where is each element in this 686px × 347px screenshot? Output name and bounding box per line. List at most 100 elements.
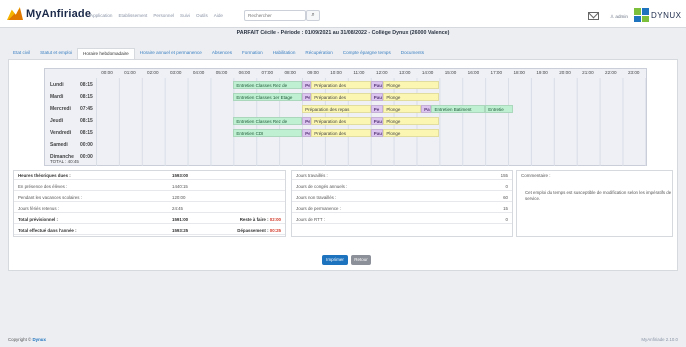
days-row: Jours non travaillés : 60 xyxy=(292,193,512,202)
summary-label: Heures théoriques dues : xyxy=(18,173,71,178)
tab-formation[interactable]: Formation xyxy=(237,48,268,59)
menu-aide[interactable]: Aide xyxy=(214,13,223,18)
tab-statut-et-emploi[interactable]: Statut et emploi xyxy=(35,48,77,59)
schedule-block[interactable]: Pau xyxy=(370,81,384,89)
schedule-block[interactable]: Pau xyxy=(370,129,384,137)
tab-habilitation[interactable]: Habilitation xyxy=(268,48,301,59)
schedule-block[interactable]: Entretien Batiment xyxy=(431,105,486,113)
schedule-block[interactable]: Entretien Classes Rez de xyxy=(233,81,303,89)
summary-value: 1593:00 xyxy=(172,173,189,178)
app-logo[interactable]: MyAnfiriade xyxy=(7,7,91,20)
schedule-block[interactable]: Plonge xyxy=(383,81,440,89)
tab-r-cup-ration[interactable]: Récupération xyxy=(300,48,337,59)
hour-label: 14:00 xyxy=(421,70,434,75)
summary-row: Total effectué dans l'année : 1593:25 Dépa… xyxy=(14,226,285,235)
summary-extra-label: Reste à faire : xyxy=(239,217,269,222)
tab-compte-pargne-temps[interactable]: Compte épargne temps xyxy=(338,48,396,59)
tab-absences[interactable]: Absences xyxy=(207,48,237,59)
schedule-block[interactable]: Préparation des xyxy=(311,129,371,137)
day-total: 07:45 xyxy=(80,106,93,112)
day-total: 00:00 xyxy=(80,142,93,148)
summary-label: Pendant les vacances scolaires : xyxy=(18,195,82,200)
menu-personnel[interactable]: Personnel xyxy=(153,13,174,18)
schedule-block[interactable]: Préparation des xyxy=(311,93,371,101)
summary-value: 120:00 xyxy=(172,195,186,200)
schedule-block[interactable]: Pe xyxy=(302,81,312,89)
summary-extra-value: 00:25 xyxy=(269,228,281,233)
print-button[interactable]: Imprimer xyxy=(322,255,348,265)
summary-value: 1593:25 xyxy=(172,228,189,233)
summary-extra: Reste à faire : 02:00 xyxy=(240,215,281,224)
menu-outils[interactable]: Outils xyxy=(196,13,208,18)
days-summary: Jours travaillés : 155 Jours de congés ann… xyxy=(291,170,513,237)
copyright-label: Copyright © xyxy=(8,337,32,342)
schedule-block[interactable]: Entretie xyxy=(485,105,513,113)
day-name: Jeudi xyxy=(50,118,64,124)
days-value: 60 xyxy=(503,195,508,200)
schedule-block[interactable]: Plonge xyxy=(383,93,440,101)
mail-icon[interactable] xyxy=(588,12,599,20)
back-button[interactable]: Retour xyxy=(351,255,371,265)
schedule-block[interactable]: Entretien Classes Rez de xyxy=(233,117,303,125)
hour-label: 08:00 xyxy=(284,70,296,75)
dynux-logo-icon xyxy=(634,8,649,22)
user-menu[interactable]: ♙ admin xyxy=(610,14,628,20)
hour-label: 13:00 xyxy=(398,70,411,75)
menu-application[interactable]: Application xyxy=(90,13,112,18)
hour-label: 01:00 xyxy=(124,70,136,75)
tab-bar: Etat civil Statut et emploi Horaire hebdom… xyxy=(8,48,678,59)
tab-etat-civil[interactable]: Etat civil xyxy=(8,48,35,59)
search-input[interactable] xyxy=(244,10,306,21)
days-row: Jours de permanence : 15 xyxy=(292,204,512,213)
main-menu: Application Etablissement Personnel Suiv… xyxy=(90,13,223,18)
schedule-block[interactable]: Pe xyxy=(302,93,312,101)
schedule-block[interactable]: Pe xyxy=(370,105,384,113)
tab-documents[interactable]: Documents xyxy=(396,48,429,59)
schedule-block[interactable]: Plonge xyxy=(383,105,422,113)
tab-horaire-annuel-et-permanence[interactable]: Horaire annuel et permanence xyxy=(135,48,207,59)
summary-extra: Dépassement : 00:25 xyxy=(237,226,281,235)
copyright: Copyright © Dynux xyxy=(8,337,46,342)
schedule-block[interactable]: Préparation des repas xyxy=(302,105,371,113)
schedule-block[interactable]: Entretien Classes 1er Etage xyxy=(233,93,303,101)
schedule-block[interactable]: Pau xyxy=(370,117,384,125)
day-row-lundi: Lundi 08:15 xyxy=(50,82,93,88)
day-name: Vendredi xyxy=(50,130,72,136)
summary-row: Jours fériés retenus : 24:45 xyxy=(14,204,285,213)
schedule-block[interactable]: Pe xyxy=(302,129,312,137)
hour-label: 16:00 xyxy=(467,70,480,75)
days-label: Jours de RTT : xyxy=(296,217,325,222)
schedule-block[interactable]: Préparation des xyxy=(311,117,371,125)
schedule-block[interactable]: Pe xyxy=(302,117,312,125)
menu-etablissement[interactable]: Etablissement xyxy=(118,13,147,18)
tab-horaire-hebdomadaire[interactable]: Horaire hebdomadaire xyxy=(77,48,135,59)
logo-icon xyxy=(7,7,23,20)
day-total: 08:15 xyxy=(80,82,93,88)
hours-summary: Heures théoriques dues : 1593:00 En présen… xyxy=(13,170,286,237)
company-link[interactable]: Dynux xyxy=(32,337,45,342)
schedule-block[interactable]: Préparation des xyxy=(311,81,371,89)
top-bar: MyAnfiriade Application Etablissement Pe… xyxy=(0,0,686,28)
hour-label: 15:00 xyxy=(444,70,457,75)
hour-label: 09:00 xyxy=(307,70,319,75)
day-row-vendredi: Vendredi 08:15 xyxy=(50,130,93,136)
day-row-mardi: Mardi 08:15 xyxy=(50,94,93,100)
summary-row: Heures théoriques dues : 1593:00 xyxy=(14,171,285,180)
schedule-block[interactable]: Plonge xyxy=(383,117,440,125)
summary-value: 1591:00 xyxy=(172,217,189,222)
days-value: 155 xyxy=(500,173,508,178)
day-name: Mercredi xyxy=(50,106,71,112)
day-row-jeudi: Jeudi 08:15 xyxy=(50,118,93,124)
schedule-block[interactable]: Plonge xyxy=(383,129,440,137)
schedule-block[interactable]: Entretien CDI xyxy=(233,129,303,137)
days-row: Jours travaillés : 155 xyxy=(292,171,512,180)
schedule-block[interactable]: Pau xyxy=(370,93,384,101)
summary-extra-value: 02:00 xyxy=(269,217,281,222)
search-button[interactable]: ⌕ xyxy=(306,10,320,21)
comment-box: Commentaire : Cet emploi du temps est su… xyxy=(516,170,673,237)
schedule-block[interactable]: Pau xyxy=(421,105,432,113)
hour-label: 05:00 xyxy=(215,70,228,75)
hour-label: 18:00 xyxy=(513,70,525,75)
menu-suivi[interactable]: Suivi xyxy=(180,13,190,18)
days-value: 0 xyxy=(505,217,508,222)
